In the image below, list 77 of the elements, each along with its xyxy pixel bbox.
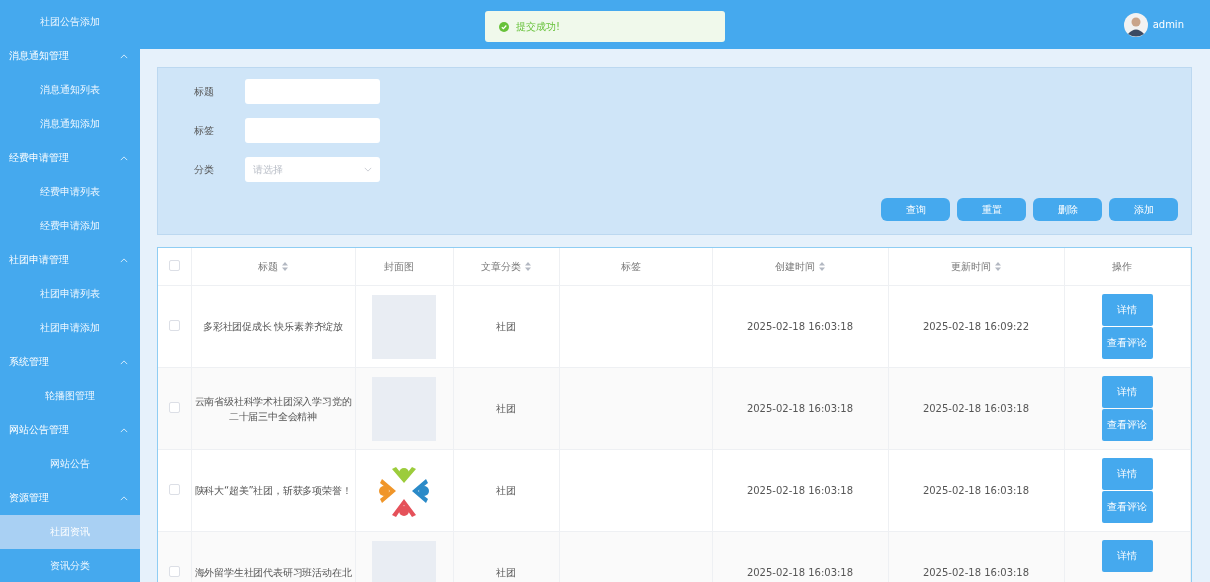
field-label: 标题	[194, 84, 215, 99]
user-name[interactable]: admin	[1152, 19, 1184, 30]
checkbox[interactable]	[168, 484, 180, 495]
row-action-button[interactable]: 详情	[1101, 458, 1153, 490]
table-cell-text: 海外留学生社团代表研习班活动在北	[193, 566, 353, 580]
menu-item[interactable]: 经费申请列表	[0, 175, 140, 209]
menu-group[interactable]: 网站公告管理	[0, 413, 140, 447]
menu-item[interactable]: 资讯分类	[0, 549, 140, 582]
column-header: 封面图	[384, 259, 414, 274]
table-cell: 2025-02-18 16:03:18	[746, 567, 854, 578]
menu-group[interactable]: 经费申请管理	[0, 141, 140, 175]
chevron-icon	[120, 495, 128, 501]
row-action-button[interactable]: 查看评论	[1101, 409, 1153, 441]
menu-item[interactable]: 社团申请添加	[0, 311, 140, 345]
menu-group[interactable]: 系统管理	[0, 345, 140, 379]
chevron-icon	[120, 155, 128, 161]
table-cell: 社团	[496, 320, 516, 332]
toast-message: 提交成功!	[516, 19, 560, 34]
table-cell: 2025-02-18 16:09:22	[922, 321, 1030, 332]
menu-item[interactable]: 网站公告	[0, 447, 140, 481]
sort-icon[interactable]	[819, 262, 825, 271]
column-header: 更新时间	[951, 259, 991, 274]
menu-group[interactable]: 资源管理	[0, 481, 140, 515]
chevron-icon	[120, 359, 128, 365]
column-header: 创建时间	[775, 259, 815, 274]
action-button[interactable]: 添加	[1109, 198, 1178, 221]
table-cell: 2025-02-18 16:03:18	[746, 321, 854, 332]
action-button[interactable]: 查询	[881, 198, 950, 221]
checkbox[interactable]	[168, 260, 180, 271]
action-button[interactable]: 重置	[957, 198, 1026, 221]
chevron-icon	[120, 427, 128, 433]
table-cell: 2025-02-18 16:03:18	[922, 403, 1030, 414]
sort-icon[interactable]	[282, 262, 288, 271]
menu-group[interactable]: 社团申请管理	[0, 243, 140, 277]
field-label: 分类	[194, 162, 215, 177]
row-action-button[interactable]: 查看评论	[1101, 327, 1153, 359]
row-action-button[interactable]: 详情	[1101, 540, 1153, 572]
menu-item[interactable]: 轮播图管理	[0, 379, 140, 413]
table-cell-text: 陕科大“超美”社团，斩获多项荣誉！	[193, 484, 353, 498]
table-cell: 社团	[496, 402, 516, 414]
menu-item[interactable]: 消息通知列表	[0, 73, 140, 107]
action-button[interactable]: 删除	[1033, 198, 1102, 221]
table-cell: 2025-02-18 16:03:18	[746, 403, 854, 414]
menu-item[interactable]: 消息通知添加	[0, 107, 140, 141]
input-field[interactable]	[245, 118, 380, 143]
chevron-down-icon	[364, 167, 372, 172]
menu-item[interactable]: 社团公告添加	[0, 5, 140, 39]
avatar[interactable]	[1123, 12, 1148, 37]
menu-item[interactable]: 经费申请添加	[0, 209, 140, 243]
chevron-icon	[120, 53, 128, 59]
checkbox[interactable]	[168, 566, 180, 577]
column-header: 操作	[1112, 259, 1133, 274]
table-cell: 2025-02-18 16:03:18	[922, 485, 1030, 496]
table-cell-text: 云南省级社科学术社团深入学习党的二十届三中全会精神	[193, 394, 353, 424]
checkbox[interactable]	[168, 320, 180, 331]
row-action-button[interactable]: 详情	[1101, 294, 1153, 326]
table-cell: 社团	[496, 484, 516, 496]
check-circle-icon	[499, 21, 509, 32]
menu-item[interactable]: 社团申请列表	[0, 277, 140, 311]
sort-icon[interactable]	[995, 262, 1001, 271]
column-header: 标题	[258, 259, 278, 274]
row-action-button[interactable]: 详情	[1101, 376, 1153, 408]
table-cell: 社团	[496, 566, 516, 578]
table-cell: 2025-02-18 16:03:18	[746, 485, 854, 496]
checkbox[interactable]	[168, 402, 180, 413]
sort-icon[interactable]	[525, 262, 531, 271]
column-header: 标签	[620, 259, 641, 274]
menu-group[interactable]: 消息通知管理	[0, 39, 140, 73]
input-field[interactable]	[245, 79, 380, 104]
chevron-icon	[120, 257, 128, 263]
column-header: 文章分类	[481, 259, 521, 274]
field-label: 标签	[194, 123, 215, 138]
select-field[interactable]: 请选择	[245, 157, 380, 182]
table-cell: 2025-02-18 16:03:18	[922, 567, 1030, 578]
table-cell-text: 多彩社团促成长 快乐素养齐绽放	[201, 320, 345, 334]
row-action-button[interactable]: 查看评论	[1101, 491, 1153, 523]
menu-item[interactable]: 社团资讯	[0, 515, 140, 549]
